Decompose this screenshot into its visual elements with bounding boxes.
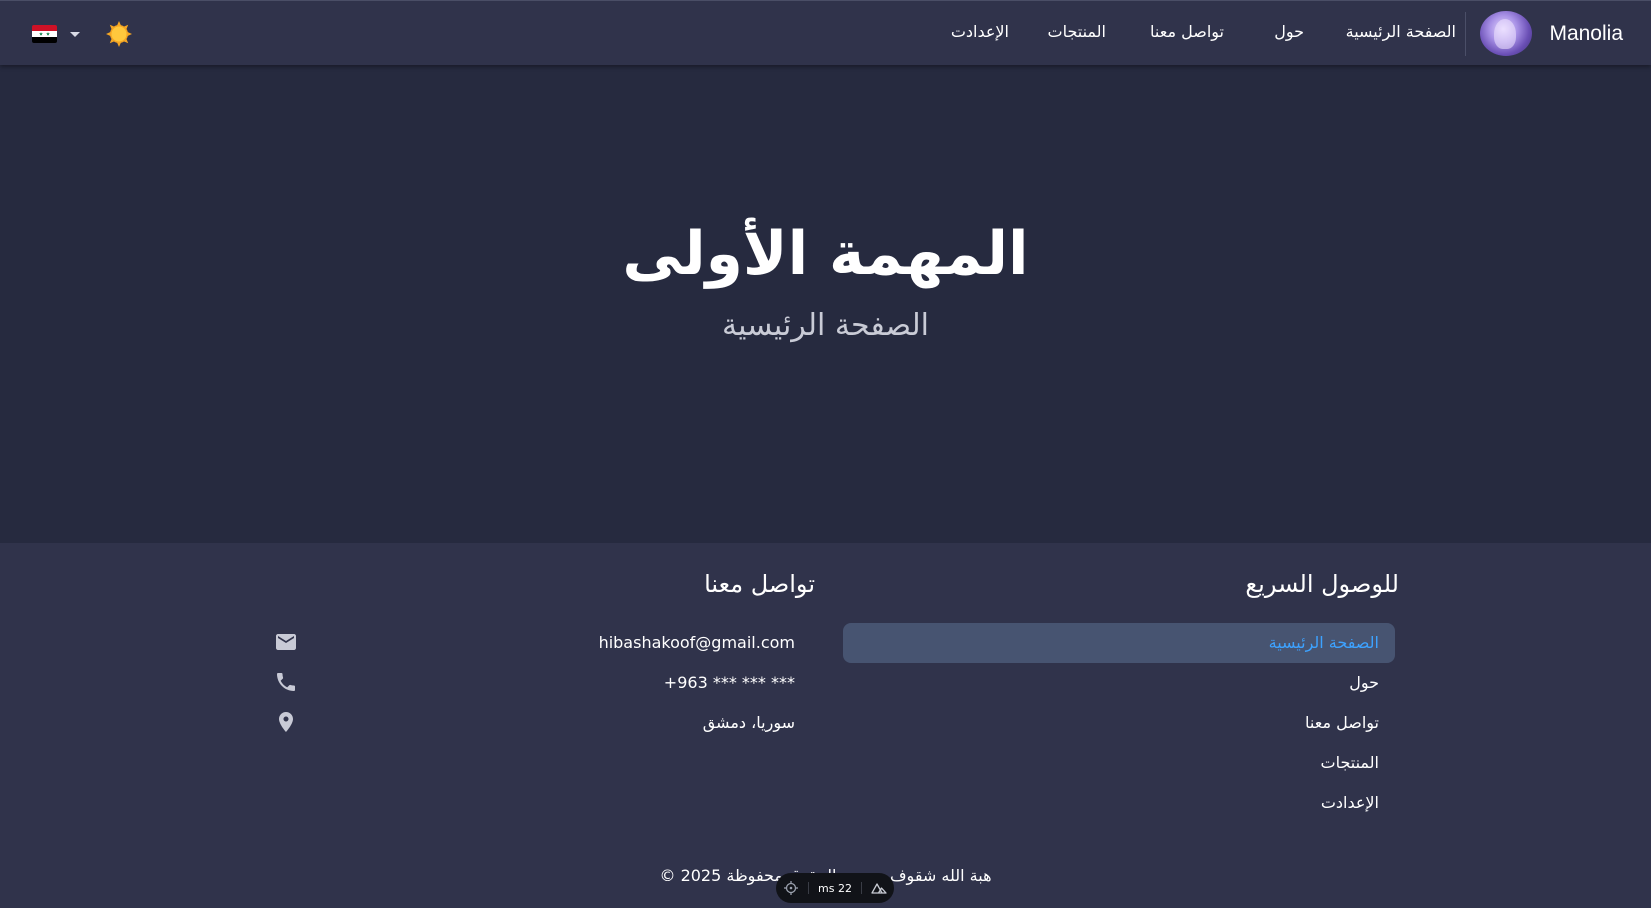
page-title: المهمة الأولى <box>622 219 1029 289</box>
render-timing: 22 ms <box>818 881 852 895</box>
nav-item-settings[interactable]: الإعدادت <box>951 22 1009 41</box>
footer-link-products[interactable]: المنتجات <box>843 743 1395 783</box>
toolbar-separator <box>808 882 810 894</box>
footer-link-settings[interactable]: الإعدادت <box>843 783 1395 823</box>
syria-flag-icon <box>32 25 57 43</box>
avatar <box>1480 11 1533 56</box>
crosshair-icon[interactable] <box>783 880 799 896</box>
quick-access-title: للوصول السريع <box>1245 570 1399 598</box>
footer-link-about[interactable]: حول <box>843 663 1395 703</box>
footer: للوصول السريع تواصل معنا الصفحة الرئيسية… <box>0 543 1651 908</box>
language-selector[interactable] <box>32 23 84 45</box>
nav-divider <box>1465 12 1466 56</box>
phone-icon <box>274 670 298 694</box>
toolbar-separator <box>860 882 862 894</box>
brand[interactable]: Manolia <box>1480 11 1623 56</box>
nuxt-logo-icon[interactable] <box>871 880 887 896</box>
chevron-down-icon <box>70 31 80 37</box>
sun-icon <box>106 21 132 47</box>
mail-icon <box>274 630 298 654</box>
nav-item-about[interactable]: حول <box>1274 22 1304 41</box>
devtools-toolbar[interactable]: 22 ms <box>776 873 894 903</box>
location-pin-icon <box>274 710 298 734</box>
theme-toggle-button[interactable] <box>106 21 132 47</box>
contact-email[interactable]: hibashakoof@gmail.com <box>599 633 795 652</box>
nav-item-contact[interactable]: تواصل معنا <box>1150 22 1224 41</box>
page-subtitle: الصفحة الرئيسية <box>722 308 929 343</box>
contact-location: سوريا، دمشق <box>702 713 795 732</box>
top-navigation-bar: Manolia الصفحة الرئيسية حول تواصل معنا ا… <box>0 0 1651 65</box>
contact-title: تواصل معنا <box>704 570 815 598</box>
footer-link-home[interactable]: الصفحة الرئيسية <box>843 623 1395 663</box>
nav-item-home[interactable]: الصفحة الرئيسية <box>1346 22 1456 41</box>
footer-link-contact[interactable]: تواصل معنا <box>843 703 1395 743</box>
nav-item-products[interactable]: المنتجات <box>1048 22 1107 41</box>
contact-phone[interactable]: +963 *** *** *** <box>664 673 795 692</box>
brand-name: Manolia <box>1549 21 1623 45</box>
